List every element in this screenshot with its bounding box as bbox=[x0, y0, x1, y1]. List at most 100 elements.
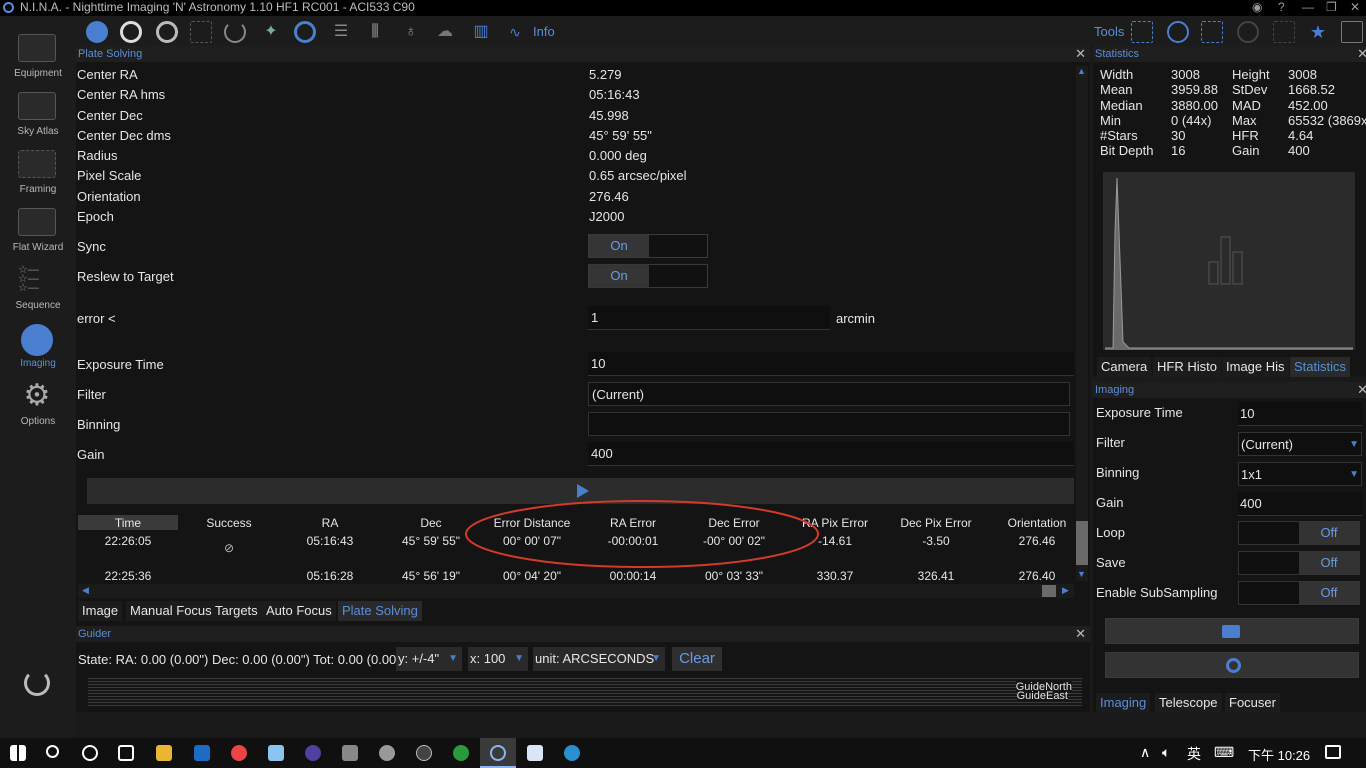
minimize-button[interactable]: — bbox=[1302, 0, 1314, 14]
sidebar-item-equipment[interactable]: Equipment bbox=[0, 30, 76, 86]
scroll-up-icon[interactable]: ▲ bbox=[1077, 66, 1086, 76]
telescope-icon[interactable]: ✦ bbox=[260, 21, 282, 43]
gain-input[interactable]: 400 bbox=[588, 442, 1074, 466]
sidebar-item-framing[interactable]: Framing bbox=[0, 146, 76, 202]
autofocus-icon[interactable] bbox=[1273, 21, 1295, 43]
save-toggle[interactable]: Off bbox=[1238, 551, 1360, 575]
exposure-time-input[interactable]: 10 bbox=[588, 352, 1074, 376]
scroll-right-icon[interactable]: ▶ bbox=[1062, 585, 1069, 596]
eye-icon[interactable]: ◉ bbox=[1252, 0, 1262, 14]
sidebar-item-sequence[interactable]: ☆— ☆— ☆— Sequence bbox=[0, 262, 76, 318]
reslew-toggle[interactable]: On bbox=[588, 264, 708, 288]
y-scale-select[interactable]: y: +/-4" ▼ bbox=[396, 647, 462, 671]
calculator-icon[interactable] bbox=[1341, 21, 1363, 43]
filter-wheel-icon[interactable] bbox=[120, 21, 142, 43]
sequence-list-icon[interactable]: ☰ bbox=[330, 21, 352, 43]
sidebar-item-flat-wizard[interactable]: Flat Wizard bbox=[0, 204, 76, 260]
tab-hfr-histo[interactable]: HFR Histo bbox=[1153, 357, 1221, 377]
disabled-circle-icon[interactable] bbox=[1237, 21, 1259, 43]
tab-imaging[interactable]: Imaging bbox=[1096, 693, 1151, 713]
bar-chart-icon[interactable]: ▥ bbox=[470, 21, 492, 43]
guider-icon[interactable] bbox=[294, 21, 316, 43]
cortana-icon[interactable] bbox=[82, 745, 98, 761]
tab-plate-solving[interactable]: Plate Solving bbox=[338, 601, 422, 621]
ascom-icon[interactable] bbox=[379, 745, 395, 761]
task-view-icon[interactable] bbox=[118, 745, 134, 761]
lightbulb-icon[interactable]: ♁ bbox=[400, 21, 422, 43]
crosshair-box-icon[interactable] bbox=[1201, 21, 1223, 43]
help-icon[interactable]: ? bbox=[1278, 0, 1285, 14]
star-target-icon[interactable] bbox=[1131, 21, 1153, 43]
search-icon[interactable] bbox=[46, 745, 59, 758]
unit-select[interactable]: unit: ARCSECONDS ▼ bbox=[533, 647, 665, 671]
sidebar-item-options[interactable]: ⚙ Options bbox=[0, 378, 76, 434]
focus-box-icon[interactable] bbox=[190, 21, 212, 43]
clear-button[interactable]: Clear bbox=[672, 647, 722, 671]
start-capture-button[interactable] bbox=[1105, 618, 1359, 644]
binning-select[interactable] bbox=[588, 412, 1070, 436]
col-time[interactable]: Time bbox=[78, 516, 178, 530]
info-tab[interactable]: Info bbox=[533, 24, 555, 39]
power-icon[interactable] bbox=[24, 670, 50, 696]
camera-icon[interactable] bbox=[86, 21, 108, 43]
snapshot-button[interactable] bbox=[1105, 652, 1359, 678]
maximize-button[interactable]: ❐ bbox=[1326, 0, 1337, 14]
notification-icon[interactable] bbox=[1325, 745, 1341, 759]
green-app-icon[interactable] bbox=[453, 745, 469, 761]
tab-statistics[interactable]: Statistics bbox=[1290, 357, 1351, 377]
tab-camera[interactable]: Camera bbox=[1097, 357, 1152, 377]
tray-chevron-up-icon[interactable]: ∧ bbox=[1140, 744, 1150, 761]
close-icon[interactable]: ✕ bbox=[1357, 383, 1366, 397]
info-graph-icon[interactable]: ∿ bbox=[504, 21, 526, 43]
subsampling-toggle[interactable]: Off bbox=[1238, 581, 1360, 605]
close-window-button[interactable]: ✕ bbox=[1350, 0, 1360, 14]
app-window-icon[interactable] bbox=[527, 745, 543, 761]
close-icon[interactable]: ✕ bbox=[1075, 627, 1086, 641]
tab-image[interactable]: Image bbox=[78, 601, 123, 621]
rotator-icon[interactable] bbox=[224, 21, 246, 43]
chrome-icon[interactable] bbox=[231, 745, 247, 761]
tab-manual-focus-targets[interactable]: Manual Focus Targets bbox=[126, 601, 262, 621]
phd-icon[interactable] bbox=[416, 745, 432, 761]
outlook-icon[interactable] bbox=[194, 745, 210, 761]
close-icon[interactable]: ✕ bbox=[1075, 47, 1086, 61]
tab-focuser[interactable]: Focuser bbox=[1225, 693, 1280, 713]
col-orientation[interactable]: Orientation bbox=[988, 516, 1086, 530]
imaging-filter-select[interactable]: (Current) ▼ bbox=[1238, 432, 1362, 456]
sidebar-item-imaging[interactable]: Imaging bbox=[0, 320, 76, 376]
sliders-icon[interactable]: ⫼ bbox=[364, 21, 386, 43]
horizontal-scrollbar[interactable]: ◀ ▶ bbox=[78, 584, 1074, 598]
tab-auto-focus[interactable]: Auto Focus bbox=[262, 601, 336, 621]
tab-image-histogram[interactable]: Image His bbox=[1222, 357, 1289, 377]
weather-cloud-icon[interactable]: ☁ bbox=[434, 21, 456, 43]
star-pin-icon[interactable]: ★ bbox=[1307, 21, 1329, 43]
imaging-exposure-input[interactable]: 10 bbox=[1238, 402, 1362, 426]
telescope-app-icon[interactable] bbox=[342, 745, 358, 761]
scroll-left-icon[interactable]: ◀ bbox=[82, 585, 89, 596]
x-scale-select[interactable]: x: 100 ▼ bbox=[468, 647, 528, 671]
taskbar-clock[interactable]: 下午 10:26 bbox=[1248, 745, 1310, 764]
edge-icon[interactable] bbox=[564, 745, 580, 761]
close-icon[interactable]: ✕ bbox=[1357, 47, 1366, 61]
volume-icon[interactable]: 🔈︎ bbox=[1162, 744, 1170, 761]
tab-telescope[interactable]: Telescope bbox=[1155, 693, 1222, 713]
input-method-icon[interactable]: ⌨ bbox=[1214, 744, 1234, 761]
sync-toggle[interactable]: On bbox=[588, 234, 708, 258]
col-dec-pix-error[interactable]: Dec Pix Error bbox=[886, 516, 986, 530]
error-input[interactable]: 1 bbox=[588, 306, 830, 330]
ime-language-indicator[interactable]: 英 bbox=[1187, 744, 1201, 764]
col-success[interactable]: Success bbox=[180, 516, 278, 530]
sidebar-item-sky-atlas[interactable]: Sky Atlas bbox=[0, 88, 76, 144]
vertical-scrollbar[interactable]: ▲ ▼ bbox=[1076, 66, 1088, 581]
wheel-icon[interactable] bbox=[156, 21, 178, 43]
imaging-gain-input[interactable]: 400 bbox=[1238, 492, 1362, 516]
col-ra[interactable]: RA bbox=[280, 516, 380, 530]
filter-select[interactable]: (Current) bbox=[588, 382, 1070, 406]
h-scroll-thumb[interactable] bbox=[1042, 585, 1056, 597]
imaging-binning-select[interactable]: 1x1 ▼ bbox=[1238, 462, 1362, 486]
windows-start-icon[interactable] bbox=[10, 745, 26, 761]
stellarium-icon[interactable] bbox=[305, 745, 321, 761]
loop-toggle[interactable]: Off bbox=[1238, 521, 1360, 545]
notepad-icon[interactable] bbox=[268, 745, 284, 761]
file-explorer-icon[interactable] bbox=[156, 745, 172, 761]
